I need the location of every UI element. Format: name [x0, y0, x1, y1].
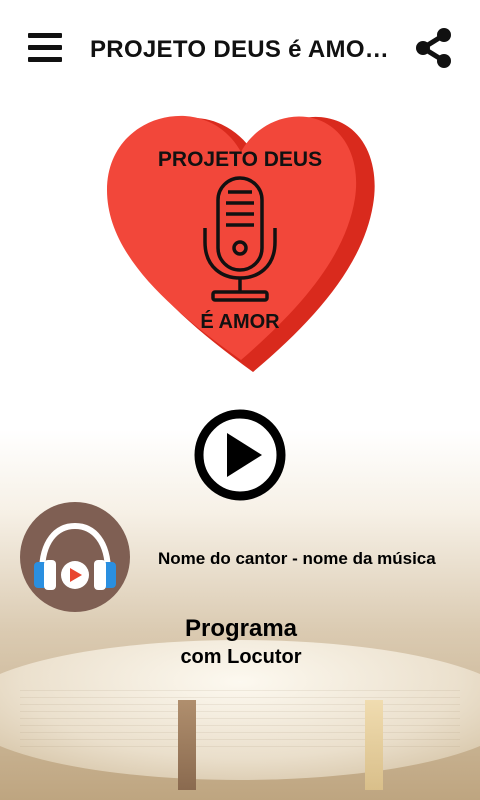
bookmark-ribbon	[365, 700, 383, 790]
app-title: PROJETO DEUS é AMO…	[90, 36, 390, 63]
logo-text-line2: É AMOR	[200, 310, 280, 333]
logo-text-line1: PROJETO DEUS	[158, 148, 322, 171]
share-icon[interactable]	[412, 26, 456, 70]
program-title: Programa	[184, 615, 298, 642]
now-playing-text: Nome do cantor - nome da música	[158, 549, 436, 568]
projeto-deus-logo: PROJETO DEUS É AMOR	[105, 110, 377, 380]
program-host: com Locutor	[180, 646, 302, 668]
bible-text-lines	[20, 690, 460, 750]
bookmark-ribbon	[178, 700, 196, 790]
app-bar: PROJETO DEUS é AMO…	[0, 0, 480, 96]
play-icon	[194, 409, 286, 501]
headphones-play-icon	[20, 502, 130, 612]
play-button[interactable]	[194, 409, 286, 501]
hamburger-menu-icon[interactable]	[28, 31, 64, 63]
